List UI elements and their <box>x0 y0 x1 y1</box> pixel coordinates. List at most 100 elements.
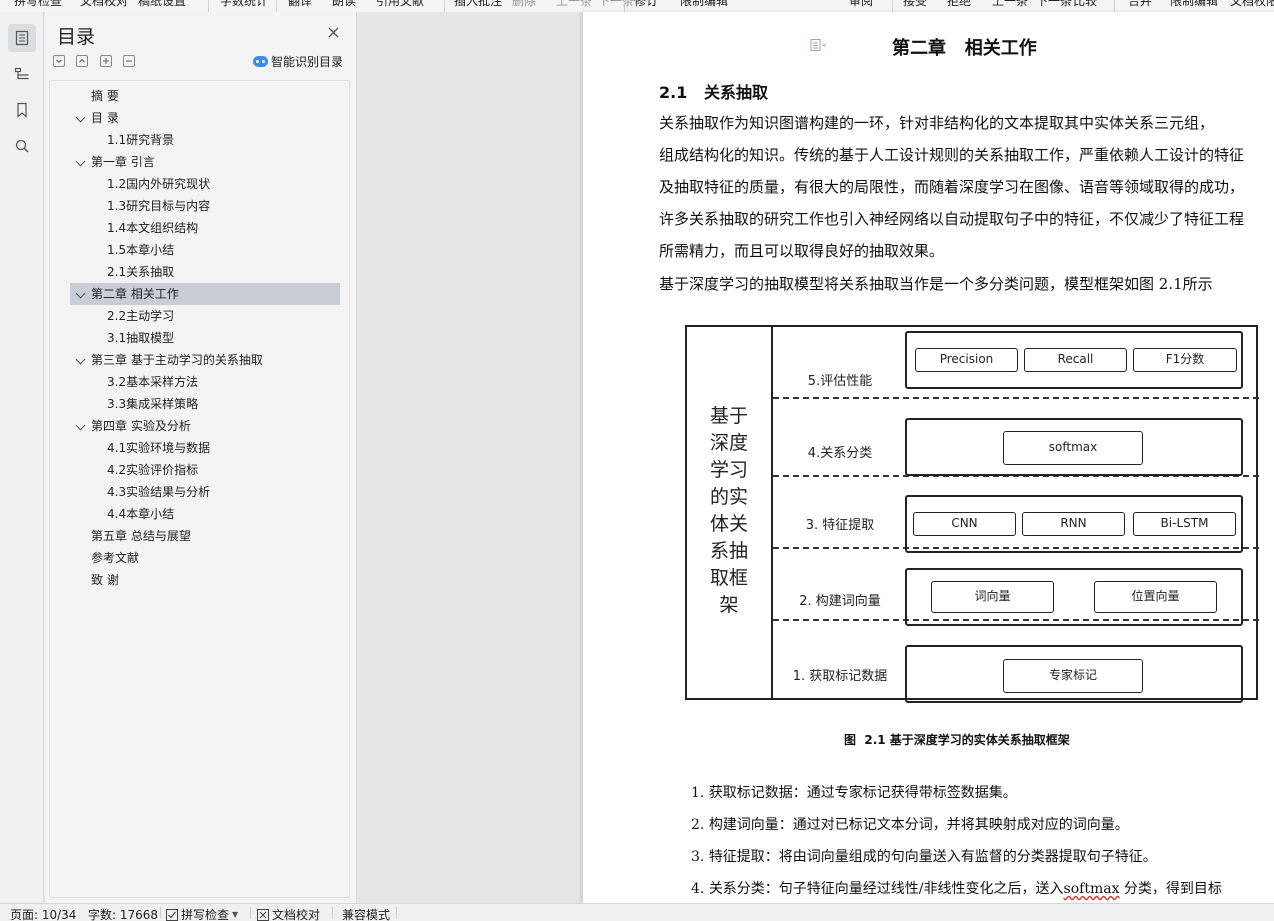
paragraph-1: 关系抽取作为知识图谱构建的一环，针对非结构化的文本提取其中实体关系三元组， 组成… <box>659 107 1274 267</box>
delete-comment-tool[interactable]: 删除 <box>512 0 536 8</box>
row-label: 3. 特征提取 <box>805 518 875 533</box>
toc-item[interactable]: 1.2国内外研究现状 <box>50 173 340 195</box>
toc-item[interactable]: 3.3集成采样策略 <box>50 393 340 415</box>
list-number: 2. <box>691 817 709 833</box>
toolbar-divider <box>276 0 277 12</box>
paragraph-2: 基于深度学习的抽取模型将关系抽取当作是一个多分类问题，模型框架如图 2.1所示 <box>659 268 1274 300</box>
toc-panel: 目录 智能识别目录 摘 要目 录 1.1研究背景 第一章 引言 1.2国内外研究现状 1… <box>45 12 357 903</box>
insert-comment-tool[interactable]: 插入批注 <box>454 0 502 8</box>
review-tool[interactable]: 审阅 <box>849 0 873 8</box>
chevron-down-icon[interactable] <box>75 288 86 299</box>
toc-item[interactable]: 4.1实验环境与数据 <box>50 437 340 459</box>
chevron-down-icon[interactable] <box>75 112 86 123</box>
toc-item[interactable]: 4.3实验结果与分析 <box>50 481 340 503</box>
prev-comment-tool[interactable]: 上一条 <box>556 0 592 8</box>
toc-item[interactable]: 3.2基本采样方法 <box>50 371 340 393</box>
merge-tool[interactable]: 合并 <box>1128 0 1152 8</box>
toc-item[interactable]: 2.1关系抽取 <box>50 261 340 283</box>
toc-item[interactable]: 第五章 总结与展望 <box>50 525 340 547</box>
metric-box: Precision <box>915 348 1018 372</box>
toolbar-divider <box>444 0 445 12</box>
toc-item-label: 第二章 相关工作 <box>91 287 179 301</box>
toc-item[interactable]: 1.5本章小结 <box>50 239 340 261</box>
restrict-edit-tool[interactable]: 限制编辑 <box>680 0 728 8</box>
toc-item[interactable]: 4.4本章小结 <box>50 503 340 525</box>
doc-icon[interactable] <box>810 39 827 54</box>
prev-change-tool[interactable]: 上一条 <box>992 0 1028 8</box>
toc-item[interactable]: 3.1抽取模型 <box>50 327 340 349</box>
toc-item-label: 3.3集成采样策略 <box>107 397 199 411</box>
toc-item[interactable]: 4.2实验评价指标 <box>50 459 340 481</box>
toc-item[interactable]: 第三章 基于主动学习的关系抽取 <box>50 349 340 371</box>
limit-edit-tool[interactable]: 限制编辑 <box>1170 0 1218 8</box>
chevron-down-icon[interactable] <box>75 420 86 431</box>
spell-check-tool[interactable]: 拼写检查 <box>14 0 62 8</box>
toc-item[interactable]: 目 录 <box>50 107 340 129</box>
status-divider <box>332 907 333 919</box>
toc-item[interactable]: 致 谢 <box>50 569 340 591</box>
close-icon[interactable] <box>328 27 339 41</box>
outline-icon[interactable] <box>8 24 36 52</box>
word-count-tool[interactable]: 字数统计 <box>220 0 268 8</box>
toc-item[interactable]: 第一章 引言 <box>50 151 340 173</box>
side-icon-rail <box>0 12 44 903</box>
toc-item[interactable]: 1.3研究目标与内容 <box>50 195 340 217</box>
read-aloud-tool[interactable]: 朗读 <box>332 0 356 8</box>
para-line: 基于深度学习的抽取模型将关系抽取当作是一个多分类问题，模型框架如图 2.1所示 <box>659 275 1213 293</box>
ribbon-toolbar: 拼写检查 文档校对 稿纸设置 字数统计 翻译 朗读 引用文献 插入批注 删除 上… <box>0 0 1274 12</box>
toolbar-divider <box>208 0 209 12</box>
doc-permission-tool[interactable]: 文档权限 <box>1230 0 1274 8</box>
row-label: 1. 获取标记数据 <box>792 669 888 684</box>
compat-mode[interactable]: 兼容模式 <box>342 906 390 921</box>
toc-item[interactable]: 第二章 相关工作 <box>70 283 340 305</box>
doc-proof-button[interactable]: 文档校对 <box>257 906 320 921</box>
next-comment-tool[interactable]: 下一条 <box>598 0 634 8</box>
spell-check-icon <box>166 908 178 921</box>
toc-item[interactable]: 1.1研究背景 <box>50 129 340 151</box>
toc-item[interactable]: 第四章 实验及分析 <box>50 415 340 437</box>
collapse-all-icon[interactable] <box>53 55 65 67</box>
toc-item-label: 参考文献 <box>91 551 140 565</box>
doc-proof-tool[interactable]: 文档校对 <box>80 0 128 8</box>
smart-toc-button[interactable]: 智能识别目录 <box>253 53 343 70</box>
list-text: 获取标记数据：通过专家标记获得带标签数据集。 <box>708 785 1017 801</box>
vector-box: 词向量 <box>931 581 1054 613</box>
manuscript-tool[interactable]: 稿纸设置 <box>138 0 186 8</box>
bookmark-icon[interactable] <box>8 96 36 124</box>
toolbar-divider <box>892 0 893 12</box>
chapter-title: 第二章 相关工作 <box>892 38 1037 59</box>
accept-tool[interactable]: 接受 <box>903 0 927 8</box>
cite-tool[interactable]: 引用文献 <box>376 0 424 8</box>
spell-check-button[interactable]: 拼写检查 ▼ <box>166 906 238 921</box>
toc-item[interactable]: 2.2主动学习 <box>50 305 340 327</box>
reject-tool[interactable]: 拒绝 <box>947 0 971 8</box>
navigation-icon[interactable] <box>8 60 36 88</box>
toc-item[interactable]: 参考文献 <box>50 547 340 569</box>
translate-tool[interactable]: 翻译 <box>288 0 312 8</box>
status-divider <box>160 907 161 919</box>
compare-tool[interactable]: 比较 <box>1073 0 1097 8</box>
word-count[interactable]: 字数: 17668 <box>88 906 158 921</box>
page-indicator[interactable]: 页面: 10/34 <box>10 906 76 921</box>
feature-box: Bi-LSTM <box>1133 512 1236 536</box>
remove-level-icon[interactable] <box>123 55 135 67</box>
feature-box: RNN <box>1022 512 1125 536</box>
toolbar-divider <box>624 0 625 12</box>
toc-item-label: 1.4本文组织结构 <box>107 221 199 235</box>
toc-item-label: 第五章 总结与展望 <box>91 529 191 543</box>
track-changes-tool[interactable]: 修订 <box>634 0 658 8</box>
search-icon[interactable] <box>8 132 36 160</box>
chevron-down-icon[interactable] <box>75 354 86 365</box>
spell-error-word[interactable]: softmax <box>1064 881 1120 897</box>
next-change-tool[interactable]: 下一条 <box>1036 0 1072 8</box>
toc-item-label: 1.2国内外研究现状 <box>107 177 211 191</box>
status-bar: 页面: 10/34 字数: 17668 拼写检查 ▼ 文档校对 兼容模式 <box>0 903 1274 921</box>
chevron-down-icon[interactable] <box>75 156 86 167</box>
list-item: 4. 关系分类：句子特征向量经过线性/非线性变化之后，送入softmax 分类，… <box>691 878 1222 898</box>
list-text: 关系分类：句子特征向量经过线性/非线性变化之后，送入 <box>708 881 1064 897</box>
expand-up-icon[interactable] <box>76 55 88 67</box>
add-level-icon[interactable] <box>100 55 112 67</box>
feature-box: CNN <box>913 512 1016 536</box>
toc-item[interactable]: 1.4本文组织结构 <box>50 217 340 239</box>
toc-item[interactable]: 摘 要 <box>50 85 340 107</box>
